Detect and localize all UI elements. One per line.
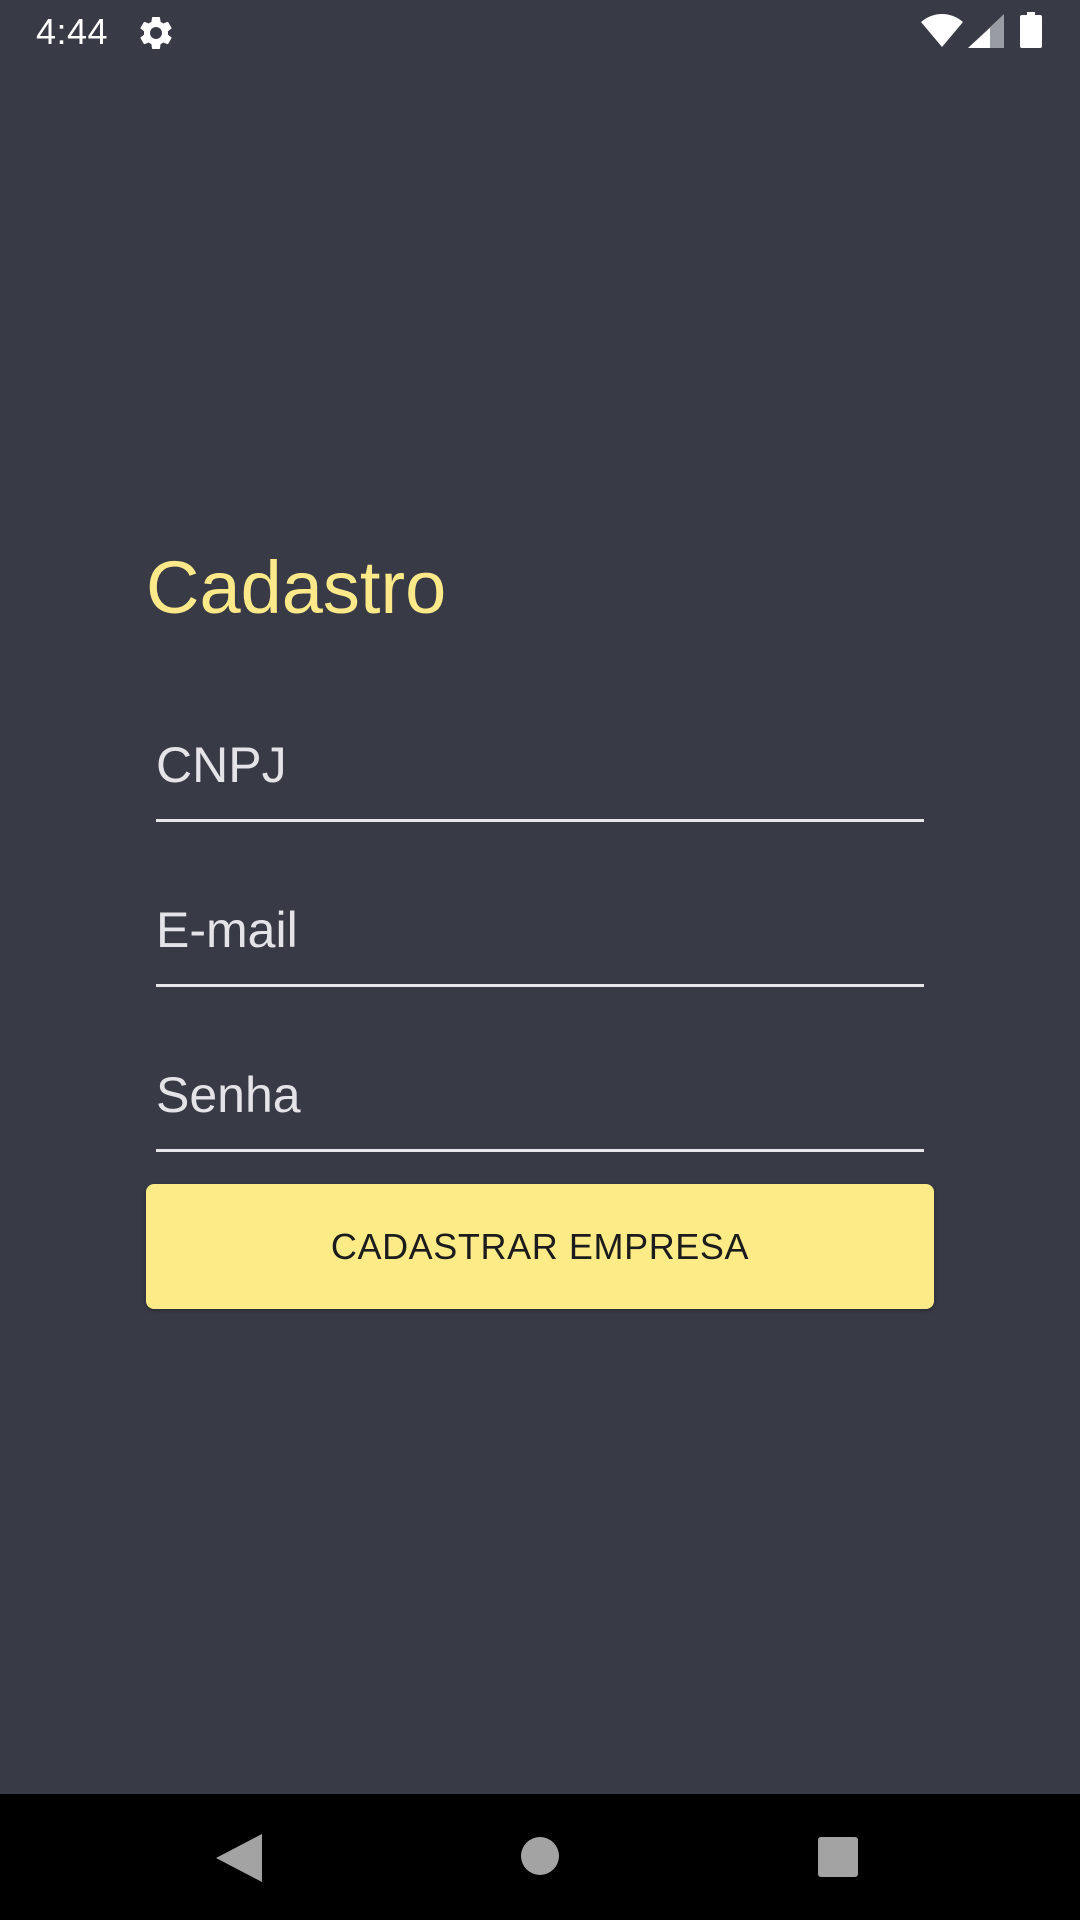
cell-signal-icon	[968, 14, 1004, 48]
cnpj-underline	[156, 819, 924, 822]
settings-icon	[140, 16, 172, 49]
email-input[interactable]	[156, 877, 924, 983]
recents-icon[interactable]	[818, 1837, 858, 1877]
password-input[interactable]	[156, 1042, 924, 1148]
email-underline	[156, 984, 924, 987]
page-title: Cadastro	[146, 546, 447, 629]
status-time: 4:44	[36, 11, 109, 52]
email-field[interactable]	[156, 877, 924, 987]
password-field[interactable]	[156, 1042, 924, 1152]
status-bar: 4:44	[0, 0, 1080, 64]
navigation-bar	[0, 1794, 1080, 1920]
back-icon[interactable]	[216, 1834, 262, 1882]
battery-icon	[1020, 12, 1042, 48]
home-icon[interactable]	[520, 1836, 560, 1876]
password-underline	[156, 1149, 924, 1152]
wifi-icon	[921, 14, 963, 47]
cnpj-field[interactable]	[156, 712, 924, 822]
cnpj-input[interactable]	[156, 712, 924, 818]
register-company-button[interactable]: CADASTRAR EMPRESA	[146, 1184, 934, 1309]
